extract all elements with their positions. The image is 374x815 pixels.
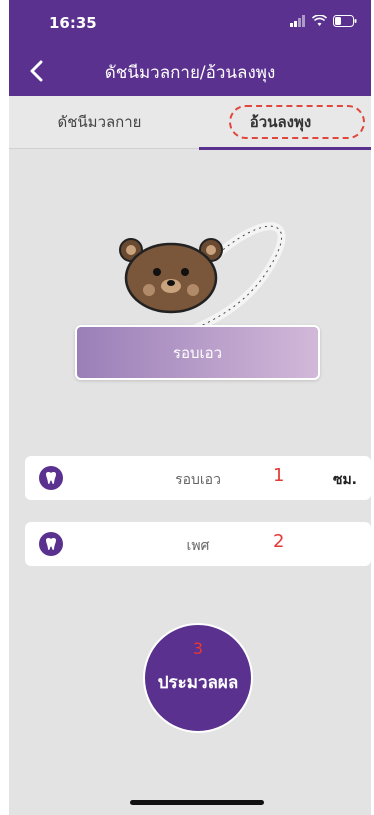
navigation-bar: ดัชนีมวลกาย/อ้วนลงพุง: [9, 44, 371, 96]
waist-field-unit: ซม.: [332, 472, 357, 488]
waist-measure-button[interactable]: รอบเอว: [75, 325, 320, 380]
app-screen: 16:35 ดัชนีมวลกาย/อ้วนลงพุง ดัชนีมวลกาย …: [9, 0, 371, 815]
status-time: 16:35: [49, 14, 97, 32]
waist-field-label: รอบเอว: [175, 472, 221, 488]
process-step-number: 3: [192, 639, 204, 658]
active-tab-indicator: [199, 147, 371, 150]
waist-field[interactable]: รอบเอว 1 ซม.: [25, 456, 371, 500]
gender-field-label: เพศ: [186, 538, 210, 554]
tab-bmi[interactable]: ดัชนีมวลกาย: [9, 96, 190, 148]
gender-field[interactable]: เพศ 2: [25, 522, 371, 566]
status-icons: [290, 13, 357, 29]
battery-icon: [333, 15, 357, 27]
wifi-icon: [312, 15, 327, 26]
annotation-highlight: [229, 105, 365, 139]
status-bar: 16:35: [9, 0, 371, 44]
process-button[interactable]: 3 ประมวลผล: [143, 623, 253, 733]
gender-field-value: 2: [273, 531, 285, 552]
process-button-label: ประมวลผล: [157, 673, 239, 693]
waist-field-value: 1: [273, 465, 285, 486]
page-title: ดัชนีมวลกาย/อ้วนลงพุง: [104, 63, 276, 83]
home-indicator[interactable]: [130, 800, 264, 805]
signal-icon: [290, 15, 305, 27]
